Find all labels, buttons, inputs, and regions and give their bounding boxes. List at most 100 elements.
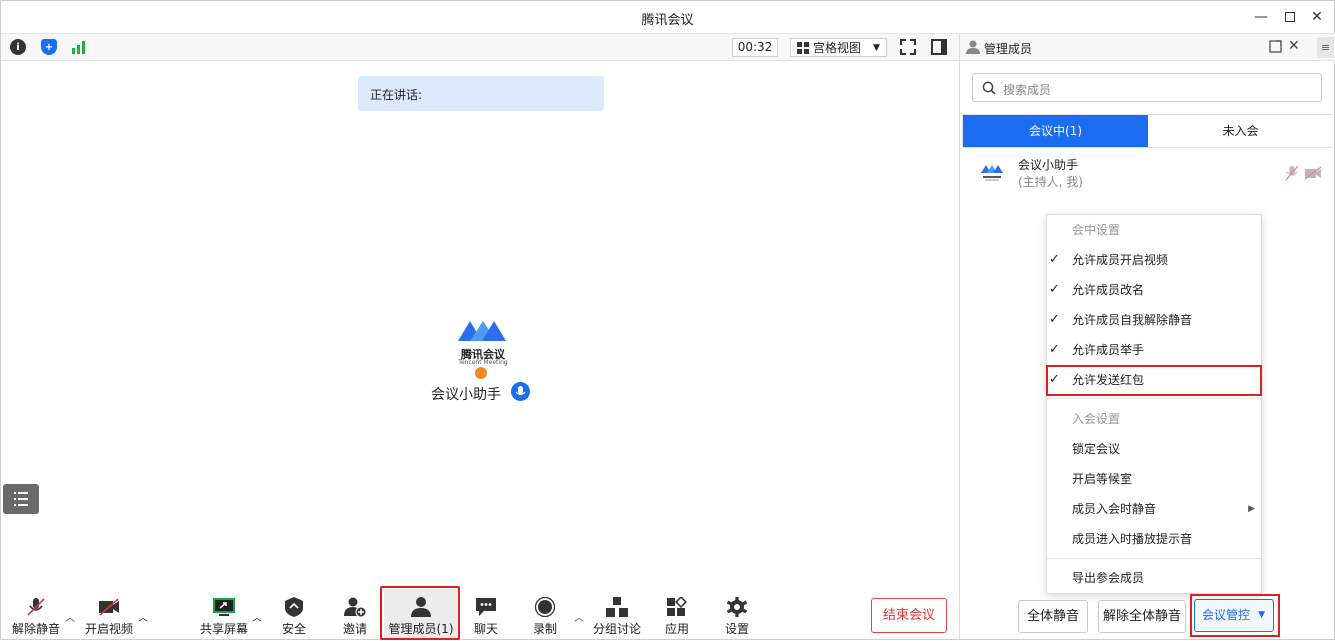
record-icon [534,597,556,617]
search-placeholder: 搜索成员 [1003,83,1052,97]
signal-icon[interactable] [71,39,87,55]
maximize-icon[interactable] [1280,7,1300,27]
member-list-icon[interactable] [3,484,39,514]
speaking-indicator: 正在讲话: [358,76,604,111]
bottom-toolbar: 解除静音 ︿ 开启视频 ︿ 共享屏幕 ︿ 安全 邀请 管理成员(1) 聊天 录制… [1,589,959,641]
gear-icon [726,597,748,617]
section-join: 入会设置 [1072,412,1121,426]
grid-icon [797,41,809,54]
view-mode-label: 宫格视图 [813,41,862,55]
invite-button[interactable]: 邀请 [339,589,371,639]
menu-item-mute-on-join[interactable]: 成员入会时静音 ▶ [1047,494,1261,524]
view-mode-dropdown[interactable]: 宫格视图 ▼ [790,38,887,57]
highlight-box [380,586,460,640]
chevron-up-icon[interactable]: ︿ [252,609,262,624]
highlight-box [1046,365,1262,396]
menu-icon[interactable]: ≡ [1317,37,1334,58]
window-title: 腾讯会议 [641,13,694,28]
apps-button[interactable]: 应用 [662,589,692,639]
mic-muted-icon [27,598,45,616]
close-panel-icon[interactable]: ✕ [1288,38,1300,54]
breakout-label: 分组讨论 [593,622,642,636]
menu-item-waiting-room[interactable]: 开启等候室 [1047,464,1261,494]
start-video-button[interactable]: 开启视频 [85,589,133,639]
apps-icon [667,597,688,616]
title-bar: 腾讯会议 — ✕ [1,1,1334,33]
checkmark-icon: ✓ [1049,342,1060,357]
search-icon [982,81,996,95]
checkmark-icon: ✓ [1049,312,1060,327]
chat-icon [476,598,496,616]
meeting-timer: 00:32 [732,38,778,57]
breakout-button[interactable]: 分组讨论 [593,589,641,639]
mic-muted-icon[interactable] [1285,165,1299,181]
chat-label: 聊天 [473,622,498,636]
settings-label: 设置 [724,622,749,636]
apps-label: 应用 [664,622,689,636]
chevron-up-icon[interactable]: ︿ [138,609,148,624]
search-input[interactable]: 搜索成员 [972,73,1322,102]
security-button[interactable]: 安全 [277,589,311,639]
info-icon[interactable]: i [10,39,26,55]
tencent-meeting-logo [458,321,506,341]
minimize-icon[interactable]: — [1251,7,1271,27]
tab-not-joined[interactable]: 未入会 [1148,115,1333,147]
menu-item-lock-meeting[interactable]: 锁定会议 [1047,434,1261,464]
share-screen-button[interactable]: 共享屏幕 [200,589,248,639]
chevron-down-icon: ▼ [873,42,880,53]
checkmark-icon: ✓ [1049,252,1060,267]
panel-title: 管理成员 [984,42,1033,56]
person-icon [966,40,980,54]
menu-item-label: 允许成员自我解除静音 [1072,313,1193,327]
add-user-icon [344,597,366,617]
speaking-label: 正在讲话: [370,88,423,102]
host-icon [475,367,487,379]
menu-item-allow-unmute[interactable]: ✓ 允许成员自我解除静音 [1047,305,1261,335]
menu-divider [1047,398,1261,399]
menu-item-export-members[interactable]: 导出参会成员 [1047,563,1261,593]
checkmark-icon: ✓ [1049,282,1060,297]
mic-icon [511,382,530,401]
menu-item-allow-raise-hand[interactable]: ✓ 允许成员举手 [1047,335,1261,365]
share-screen-label: 共享屏幕 [200,622,249,636]
chevron-right-icon: ▶ [1248,504,1255,514]
record-button[interactable]: 录制 [530,589,560,639]
menu-item-allow-rename[interactable]: ✓ 允许成员改名 [1047,275,1261,305]
fullscreen-icon[interactable] [900,39,916,55]
sidebar-toggle-icon[interactable] [931,39,947,55]
share-screen-icon [213,598,235,616]
menu-item-allow-video[interactable]: ✓ 允许成员开启视频 [1047,245,1261,275]
chevron-up-icon[interactable]: ︿ [574,609,584,624]
logo-subtext: Tencent Meeting [458,359,508,366]
security-icon [285,597,303,617]
menu-item-label: 允许成员开启视频 [1072,253,1169,267]
meeting-control-menu: 会中设置 ✓ 允许成员开启视频 ✓ 允许成员改名 ✓ 允许成员自我解除静音 ✓ 允许成员… [1046,214,1262,594]
tab-in-meeting[interactable]: 会议中(1) [963,115,1148,147]
section-in-meeting: 会中设置 [1072,223,1121,237]
menu-divider [1047,558,1261,559]
close-icon[interactable]: ✕ [1307,7,1327,27]
unmute-label: 解除静音 [11,622,60,636]
participant-name: 会议小助手 [431,387,501,403]
record-label: 录制 [532,622,557,636]
unmute-all-button[interactable]: 解除全体静音 [1098,600,1186,633]
camera-off-icon [99,598,119,616]
chevron-up-icon[interactable]: ︿ [65,609,75,624]
menu-item-join-sound[interactable]: 成员进入时播放提示音 [1047,524,1261,554]
member-tabs: 会议中(1) 未入会 [962,114,1333,148]
shield-icon[interactable]: + [41,39,57,55]
unmute-button[interactable]: 解除静音 [11,589,61,639]
settings-button[interactable]: 设置 [722,589,752,639]
menu-item-label: 成员入会时静音 [1072,502,1157,516]
start-video-label: 开启视频 [85,622,134,636]
mute-all-button[interactable]: 全体静音 [1018,600,1088,633]
popout-icon[interactable] [1269,40,1282,53]
list-item[interactable]: 会议小助手 (主持人, 我) [960,151,1335,195]
security-label: 安全 [281,622,306,636]
meeting-toolbar: i + 00:32 宫格视图 ▼ [1,33,959,61]
camera-off-icon[interactable] [1304,166,1322,180]
end-meeting-button[interactable]: 结束会议 [871,598,947,633]
member-role: (主持人, 我) [1018,175,1083,189]
chat-button[interactable]: 聊天 [471,589,501,639]
invite-label: 邀请 [342,622,367,636]
